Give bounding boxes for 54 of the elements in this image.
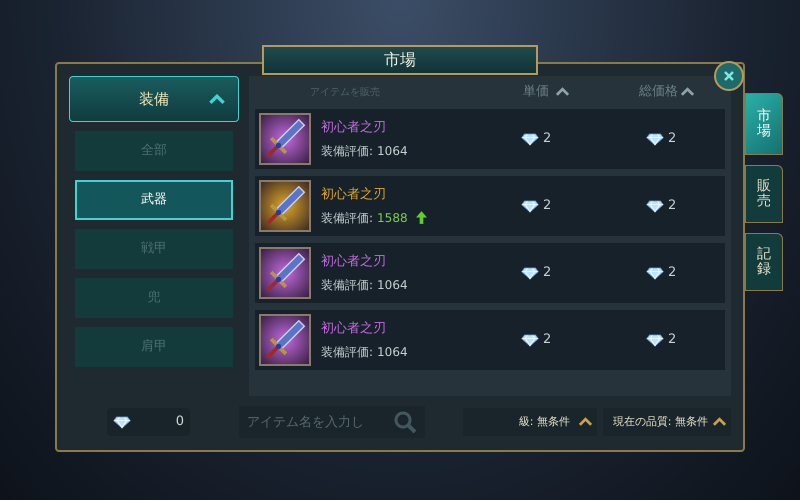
item-name: 初心者之刃	[321, 119, 387, 138]
diamond-icon	[113, 416, 131, 428]
price: 2	[668, 197, 676, 216]
sword-icon	[259, 180, 311, 232]
diamond-icon	[521, 200, 539, 212]
filter-dropdown[interactable]: 級: 無条件	[463, 408, 597, 436]
search-field[interactable]: アイテム名を入力し	[239, 406, 425, 438]
score-label: 装備評価:	[321, 142, 374, 160]
close-icon	[723, 70, 735, 82]
sword-icon	[259, 314, 311, 366]
score-value: 1064	[377, 344, 408, 361]
window-title: 市場	[262, 45, 538, 75]
price: 2	[543, 331, 552, 350]
diamond-icon	[646, 132, 664, 146]
side-tab[interactable]: 販売	[745, 165, 783, 223]
sort-up-icon	[680, 87, 695, 97]
diamond-icon	[646, 200, 664, 212]
price: 2	[668, 264, 676, 282]
category-button[interactable]: 装備	[69, 76, 239, 122]
diamond-icon	[646, 334, 664, 346]
diamond-icon	[521, 334, 539, 346]
sort-up-icon	[555, 87, 570, 97]
balance-value: 0	[174, 413, 184, 432]
chevron-up-icon	[712, 417, 727, 427]
chevron-up-icon	[208, 94, 226, 104]
item-name: 初心者之刃	[321, 253, 387, 272]
side-tab[interactable]: 市場	[745, 93, 783, 155]
score-value: 1064	[377, 276, 408, 294]
listing-row[interactable]: 初心者之刃 装備評価: 1588 2 2	[255, 176, 725, 236]
score-label: 装備評価:	[321, 210, 374, 227]
sword-icon	[259, 113, 311, 165]
search-icon	[393, 410, 417, 434]
price: 2	[543, 264, 552, 282]
score-value: 1588	[377, 210, 408, 227]
score-label: 装備評価:	[321, 276, 374, 294]
filter-dropdown[interactable]: 現在の品質: 無条件	[603, 408, 731, 436]
price: 2	[668, 331, 676, 350]
item-name: 初心者之刃	[321, 186, 387, 204]
price: 2	[543, 197, 552, 216]
price: 2	[543, 130, 552, 148]
diamond-icon	[646, 266, 664, 280]
diamond-icon	[521, 132, 539, 146]
score-label: 装備評価:	[321, 344, 374, 361]
item-name: 初心者之刃	[321, 320, 387, 338]
chevron-up-icon	[578, 417, 593, 427]
sword-icon	[259, 247, 311, 299]
listing-row[interactable]: 初心者之刃 装備評価: 1064 2 2	[255, 109, 725, 169]
score-value: 1064	[377, 142, 408, 160]
price: 2	[668, 130, 676, 148]
side-tab[interactable]: 記録	[745, 233, 783, 291]
diamond-icon	[521, 266, 539, 280]
listing-row[interactable]: 初心者之刃 装備評価: 1064 2 2	[255, 310, 725, 370]
subcategory-button[interactable]: 武器	[75, 180, 233, 220]
listing-row[interactable]: 初心者之刃 装備評価: 1064 2 2	[255, 243, 725, 303]
